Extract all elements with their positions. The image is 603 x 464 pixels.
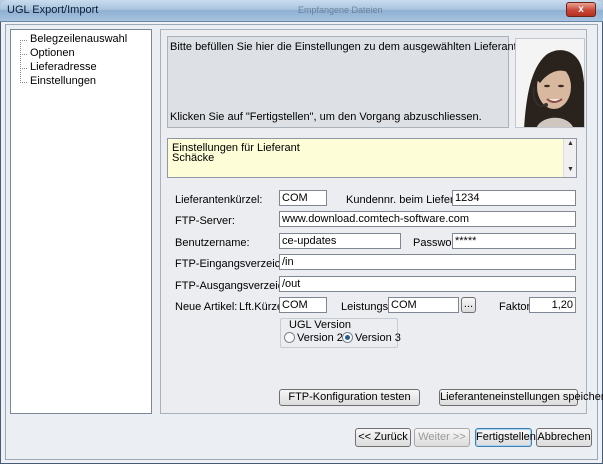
save-supplier-settings-button[interactable]: Lieferanteneinstellungen speichern	[439, 389, 603, 406]
version-3-radio[interactable]	[342, 332, 353, 343]
performance-group-browse-button[interactable]: ...	[461, 297, 476, 313]
support-agent-photo-icon	[516, 39, 584, 127]
version-2-label[interactable]: Version 2	[297, 332, 343, 344]
close-icon: x	[578, 4, 584, 15]
performance-group-field[interactable]: COM	[388, 297, 459, 313]
window-title: UGL Export/Import	[7, 4, 99, 16]
tree-item-label: Optionen	[30, 47, 75, 59]
next-button[interactable]: Weiter >>	[414, 428, 470, 447]
ugl-version-title: UGL Version	[287, 319, 353, 331]
support-agent-photo	[515, 38, 585, 128]
ftp-out-dir-field[interactable]: /out	[279, 276, 576, 292]
tree-item-belegzeilenauswahl[interactable]: Belegzeilenauswahl	[11, 33, 151, 46]
scroll-down-icon[interactable]: ▼	[567, 166, 574, 173]
instruction-finish-text: Klicken Sie auf "Fertigstellen", um den …	[170, 111, 482, 123]
tree-item-optionen[interactable]: Optionen	[11, 47, 151, 60]
scroll-up-icon[interactable]: ▲	[567, 140, 574, 147]
ftp-server-field[interactable]: www.download.comtech-software.com	[279, 211, 576, 227]
ftp-server-label: FTP-Server:	[175, 215, 235, 227]
instruction-text: Bitte befüllen Sie hier die Einstellunge…	[170, 41, 533, 53]
supplier-code-label: Lieferantenkürzel:	[175, 194, 263, 206]
supplier-name: Schäcke	[172, 152, 215, 164]
tree-item-einstellungen[interactable]: Einstellungen	[11, 75, 151, 88]
customer-number-field[interactable]: 1234	[452, 190, 576, 206]
tree-item-label: Einstellungen	[30, 75, 97, 87]
back-button[interactable]: << Zurück	[355, 428, 411, 447]
supplier-code-field[interactable]: COM	[279, 190, 327, 206]
username-field[interactable]: ce-updates	[279, 233, 401, 249]
tree-item-lieferadresse[interactable]: Lieferadresse	[11, 61, 151, 74]
finish-button[interactable]: Fertigstellen	[475, 428, 536, 447]
tree-item-label: Belegzeilenauswahl	[30, 33, 128, 45]
username-label: Benutzername:	[175, 237, 250, 249]
new-article-label: Neue Artikel:	[175, 301, 238, 313]
supplier-note-scrollbar[interactable]: ▲ ▼	[563, 139, 576, 177]
tree-item-label: Lieferadresse	[30, 61, 97, 73]
cancel-button[interactable]: Abbrechen	[536, 428, 592, 447]
close-button[interactable]: x	[566, 2, 596, 17]
background-window-title: Empfangene Dateien	[298, 5, 383, 15]
lft-code-field[interactable]: COM	[279, 297, 327, 313]
step-tree: Belegzeilenauswahl Optionen Lieferadress…	[10, 29, 152, 414]
version-3-label[interactable]: Version 3	[355, 332, 401, 344]
factor-field[interactable]: 1,20	[529, 297, 576, 313]
ftp-test-button[interactable]: FTP-Konfiguration testen	[279, 389, 420, 406]
ftp-in-dir-field[interactable]: /in	[279, 254, 576, 270]
password-field[interactable]: *****	[452, 233, 576, 249]
version-2-radio[interactable]	[284, 332, 295, 343]
